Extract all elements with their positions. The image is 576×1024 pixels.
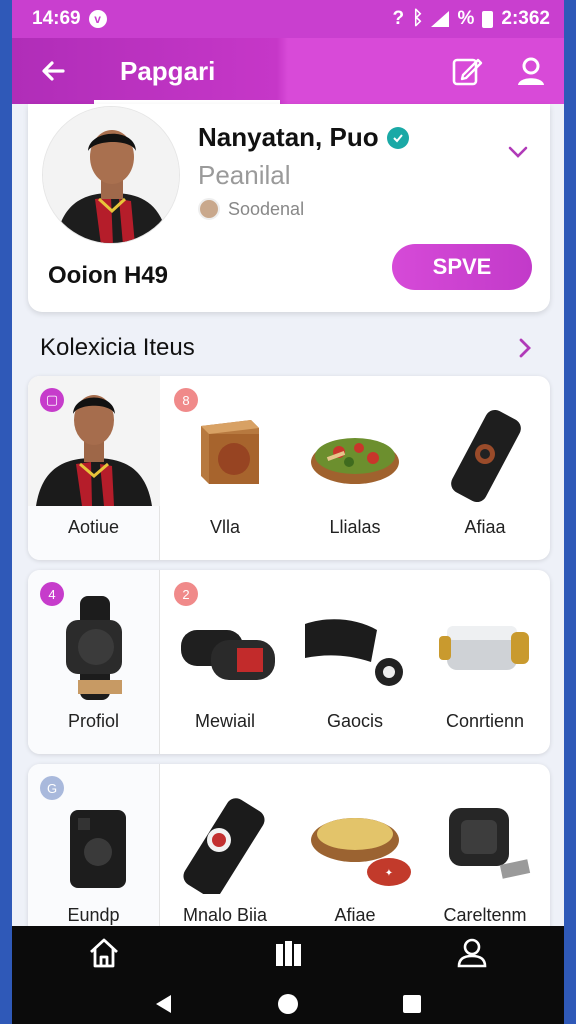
player-portrait — [43, 107, 179, 243]
back-button[interactable] — [26, 44, 80, 98]
check-badge-icon — [386, 126, 409, 149]
profile-card: Nanyatan, Puo Peanilal Soodenal Ooion H4… — [28, 104, 550, 312]
profile-name-row: Nanyatan, Puo — [198, 122, 409, 153]
profile-name: Nanyatan, Puo — [198, 122, 379, 152]
item-label: Conrtienn — [445, 711, 525, 731]
salad-bowl-icon — [311, 438, 399, 484]
library-icon — [276, 941, 301, 966]
notification-icon: v — [88, 10, 107, 28]
collection-item[interactable]: Gaocis — [290, 570, 420, 754]
profile-icon — [518, 57, 544, 85]
row-badge-left: ▢ — [40, 388, 64, 412]
gamepad-icon — [69, 810, 126, 888]
pasta-bowl-icon: ✦ — [311, 818, 411, 886]
item-label: Llialas — [329, 517, 381, 537]
account-icon — [457, 938, 487, 968]
collection-item[interactable]: ✦ Afiae — [290, 764, 420, 948]
system-recents-button[interactable] — [397, 989, 427, 1019]
battery-pack-icon — [181, 630, 275, 680]
item-label: Afiae — [334, 905, 376, 925]
status-time: 14:69 — [32, 8, 81, 29]
battery-percent: % — [457, 8, 475, 29]
bluetooth-icon: ᛒ — [412, 8, 424, 29]
item-label: Mewiail — [194, 711, 255, 731]
row-badge-left: 4 — [40, 582, 64, 606]
profile-avatar — [42, 106, 180, 244]
collection-item[interactable]: Conrtienn — [420, 570, 550, 754]
edit-button[interactable] — [448, 52, 486, 90]
system-back-button[interactable] — [149, 989, 179, 1019]
bottom-nav-bar — [12, 926, 564, 980]
profile-secondary: Soodenal — [228, 198, 305, 219]
system-navigation — [12, 986, 564, 1022]
status-time-group: 14:69 v — [32, 8, 107, 30]
profile-button[interactable] — [512, 52, 550, 90]
profile-footer: Ooion H49 — [48, 262, 169, 289]
metal-cylinder-icon — [439, 626, 529, 670]
back-triangle-icon — [156, 995, 171, 1013]
item-label: Vlla — [209, 517, 240, 537]
profile-secondary-row: Soodenal — [198, 198, 304, 220]
sport-watch-icon — [449, 808, 531, 879]
item-label: Aotiue — [67, 517, 120, 537]
row-badge-right: 8 — [174, 388, 198, 412]
signal-icon — [431, 11, 450, 27]
help-icon: ? — [392, 8, 405, 29]
status-bar: 14:69 v ? ᛒ % 2:362 — [12, 0, 564, 38]
section-more-button[interactable] — [512, 334, 538, 362]
home-icon — [90, 938, 118, 968]
item-label: Careltenm — [443, 905, 527, 925]
chevron-right-icon — [519, 338, 531, 358]
item-label: Gaocis — [326, 711, 384, 731]
app-bar: Papgari — [12, 38, 564, 104]
collection-row: G Eundp Mnalo Biia ✦ Afiae Careltenm — [28, 764, 550, 948]
mini-avatar — [198, 198, 220, 220]
item-label: Afiaa — [464, 517, 506, 537]
nav-account-button[interactable] — [452, 933, 492, 973]
battery-icon — [482, 10, 494, 28]
power-bank-icon — [451, 409, 521, 503]
status-indicators: ? ᛒ % 2:362 — [392, 8, 550, 30]
smartwatch-icon — [65, 596, 122, 700]
collection-row: 4 2 Profiol Mewiail Gaocis Conrtienn — [28, 570, 550, 754]
recents-square-icon — [403, 995, 421, 1013]
row-badge-right: 2 — [174, 582, 198, 606]
expand-button[interactable] — [504, 138, 532, 166]
page-title: Papgari — [120, 55, 216, 86]
svg-text:✦: ✦ — [385, 868, 393, 879]
section-title: Kolexicia Iteus — [40, 334, 195, 361]
nav-library-button[interactable] — [268, 933, 308, 973]
system-home-button[interactable] — [273, 989, 303, 1019]
collection-row: ▢ 8 Aotiue Vlla Llialas Afiaa — [28, 376, 550, 560]
nav-home-button[interactable] — [84, 933, 124, 973]
bottom-navigation — [12, 926, 564, 1024]
edit-note-icon — [452, 58, 483, 86]
wooden-box-icon — [201, 420, 259, 484]
chevron-down-icon — [508, 146, 528, 158]
profile-subtitle: Peanilal — [198, 160, 291, 190]
collection-item[interactable]: Afiaa — [420, 376, 550, 560]
arrow-left-icon — [42, 61, 65, 81]
speaker-bar-icon — [183, 798, 265, 894]
collection-item[interactable]: Mnalo Biia — [160, 764, 290, 948]
home-circle-icon — [278, 994, 298, 1014]
item-label: Eundp — [67, 905, 120, 925]
collection-item[interactable]: Careltenm — [420, 764, 550, 948]
strap-icon — [305, 619, 403, 686]
item-label: Mnalo Biia — [182, 905, 268, 925]
phone-screen: 14:69 v ? ᛒ % 2:362 Papgari Nanyatan, Pu… — [12, 0, 564, 1024]
item-label: Profiol — [67, 711, 120, 731]
row-badge-left: G — [40, 776, 64, 800]
save-button[interactable]: SPVE — [392, 244, 532, 290]
status-clock: 2:362 — [501, 8, 550, 29]
collection-item[interactable]: Llialas — [290, 376, 420, 560]
app-bar-actions — [448, 52, 550, 90]
